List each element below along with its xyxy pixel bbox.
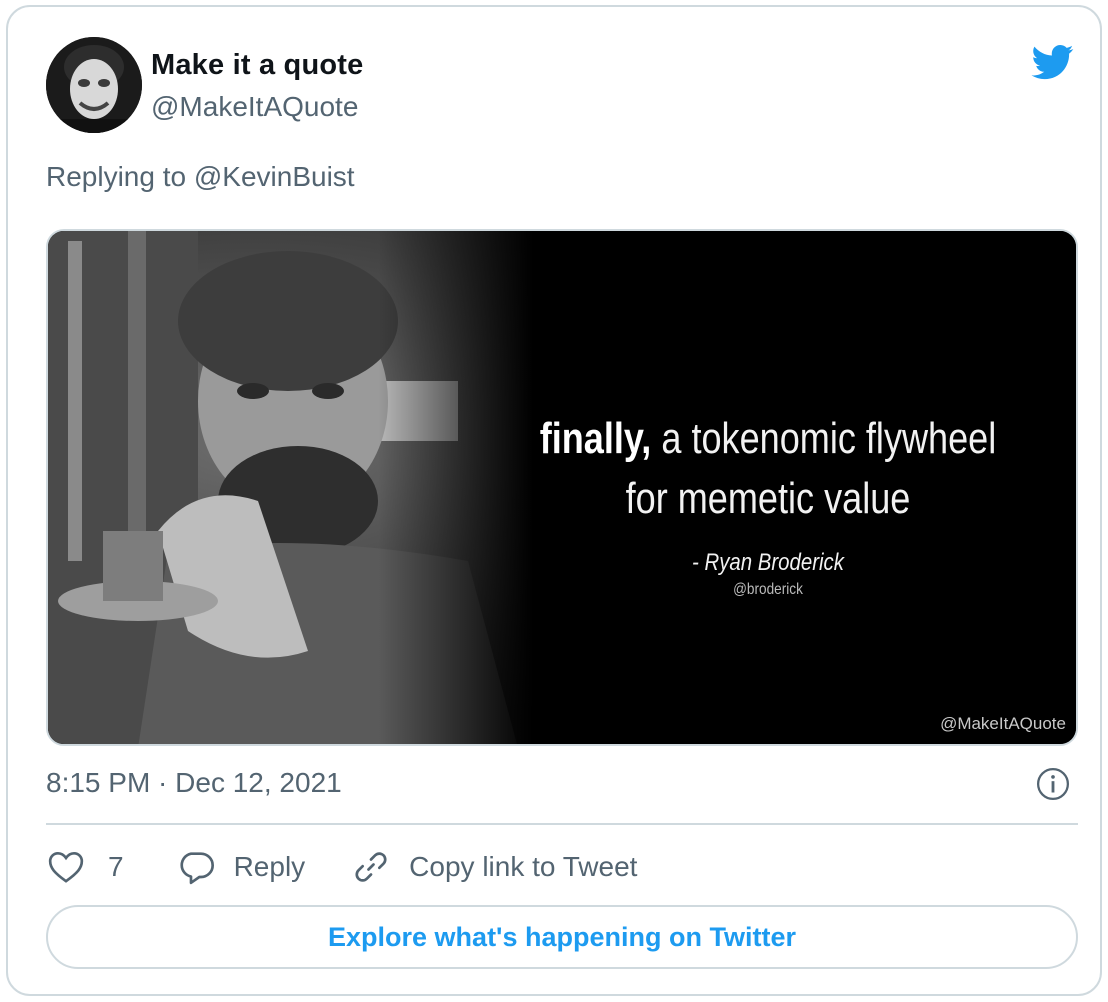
quote-attribution: - Ryan Broderick — [692, 549, 844, 576]
tweet-embed-card: Make it a quote @MakeItAQuote Replying t… — [6, 5, 1102, 996]
image-watermark: @MakeItAQuote — [940, 714, 1066, 733]
quote-bold-word: finally, — [539, 414, 652, 463]
like-button[interactable]: 7 — [46, 847, 124, 887]
copy-link-label: Copy link to Tweet — [409, 851, 638, 882]
quote-line-2: for memetic value — [625, 474, 911, 523]
like-count: 7 — [108, 851, 124, 882]
quote-line-1: a tokenomic flywheel — [651, 414, 997, 463]
quote-attribution-handle: @broderick — [733, 581, 803, 598]
speech-bubble-icon — [179, 852, 214, 885]
reply-button[interactable]: Reply — [176, 847, 306, 887]
heart-icon — [48, 851, 84, 883]
info-icon[interactable] — [1036, 767, 1070, 801]
tweet-media-image[interactable]: finally, a tokenomic flywheel for memeti… — [46, 229, 1078, 746]
tweet-timestamp[interactable]: 8:15 PM · Dec 12, 2021 — [46, 767, 342, 799]
explore-twitter-button[interactable]: Explore what's happening on Twitter — [46, 905, 1078, 969]
display-name[interactable]: Make it a quote — [151, 49, 364, 82]
quote-text: finally, a tokenomic flywheel for memeti… — [530, 409, 1006, 529]
user-handle[interactable]: @MakeItAQuote — [151, 91, 358, 123]
avatar-image — [46, 37, 142, 133]
replying-to-label[interactable]: Replying to @KevinBuist — [46, 161, 355, 193]
twitter-bird-icon[interactable] — [1028, 41, 1078, 83]
tweet-actions: 7 Reply Copy link to Tweet — [46, 845, 637, 889]
avatar[interactable] — [46, 37, 142, 133]
divider — [46, 823, 1078, 825]
reply-label: Reply — [233, 851, 306, 882]
copy-link-button[interactable]: Copy link to Tweet — [351, 847, 637, 887]
link-icon — [355, 852, 387, 882]
